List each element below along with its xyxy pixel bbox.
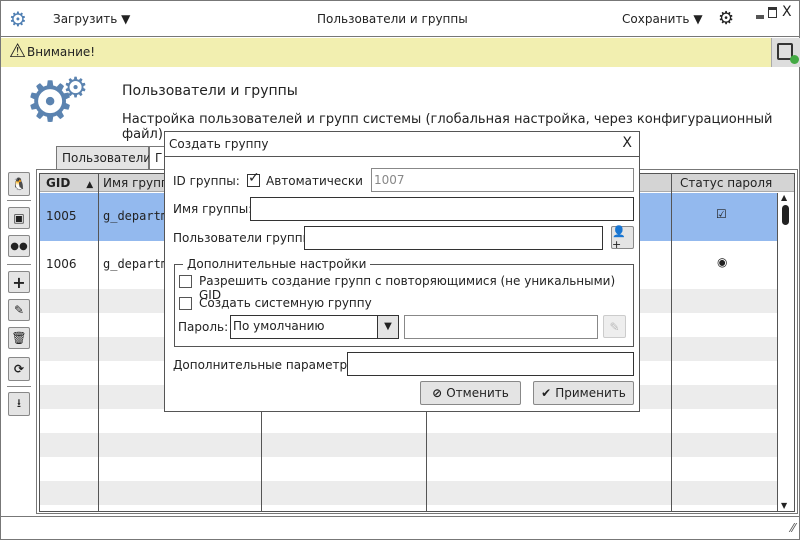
download-icon: ⭳ — [16, 395, 22, 410]
warning-text: Внимание! — [27, 45, 96, 59]
add-user-button[interactable]: 👤+ — [611, 224, 634, 251]
app-gears-icon: ⚙ — [9, 7, 27, 31]
extra-params-input[interactable] — [347, 352, 634, 376]
refresh-icon: ⟳ — [13, 362, 25, 376]
password-select-value: По умолчанию — [233, 319, 325, 333]
users-label: Пользователи группы: — [173, 231, 317, 245]
warning-icon: ⚠ — [9, 40, 27, 62]
auto-id-checkbox[interactable]: ✓ — [247, 170, 260, 187]
create-group-dialog: Создать группу X ID группы: ✓ Автоматиче… — [164, 131, 640, 412]
dialog-close-icon[interactable]: X — [622, 135, 632, 151]
scroll-thumb[interactable] — [782, 205, 789, 225]
user-card-button[interactable]: ▣ — [8, 207, 30, 229]
save-label: Сохранить — [622, 12, 690, 26]
penguin-icon: 🐧 — [11, 177, 27, 191]
toolbar-divider — [7, 264, 31, 265]
scroll-down-icon[interactable]: ▼ — [781, 501, 787, 510]
group-name-input[interactable] — [250, 197, 634, 221]
tab-users-label: Пользователи — [62, 151, 152, 165]
apply-label: Применить — [555, 386, 626, 400]
cell-gid: 1005 — [46, 209, 77, 223]
linux-user-button[interactable]: 🐧 — [8, 172, 30, 196]
empty-row — [40, 481, 777, 505]
group-icon: ●● — [10, 240, 28, 252]
group-users-input[interactable] — [304, 226, 603, 250]
header-small-gear-icon: ⚙ — [63, 71, 89, 104]
title-bar: ⚙ Загрузить ▼ Пользователи и группы Сохр… — [1, 1, 800, 37]
empty-row — [40, 433, 777, 457]
checkmark-icon: ✓ — [248, 170, 260, 186]
page-title: Пользователи и группы — [122, 83, 298, 99]
cell-gid: 1006 — [46, 257, 77, 271]
password-input[interactable] — [404, 315, 598, 339]
id-label: ID группы: — [173, 174, 240, 188]
allow-duplicate-gid-checkbox[interactable] — [179, 275, 192, 288]
save-status-button[interactable] — [771, 38, 800, 67]
params-label: Дополнительные параметры: — [173, 358, 361, 372]
add-button[interactable]: + — [8, 271, 30, 293]
plus-icon: + — [12, 272, 26, 292]
refresh-button[interactable]: ⟳ — [8, 357, 30, 381]
tab-groups-label: Г — [155, 151, 163, 165]
trash-icon: 🗑 — [11, 331, 27, 345]
close-icon[interactable]: X — [782, 4, 792, 20]
dropdown-arrow-icon: ▼ — [693, 12, 703, 26]
column-header-password-status[interactable]: Статус пароля — [680, 176, 772, 190]
gid-header-label: GID — [46, 176, 71, 190]
download-button[interactable]: ⭳ — [8, 392, 30, 416]
add-user-icon: 👤+ — [612, 224, 626, 251]
sort-asc-icon: ▲ — [86, 180, 94, 190]
dialog-title: Создать группу — [169, 137, 269, 151]
password-label: Пароль: — [178, 320, 229, 334]
cell-name: g_departm — [103, 209, 169, 223]
edit-icon: ✎ — [13, 303, 25, 317]
system-group-checkbox[interactable] — [179, 297, 192, 310]
toolbar-divider — [7, 200, 31, 201]
contact-card-icon: ▣ — [13, 211, 25, 225]
cancel-label: Отменить — [446, 386, 509, 400]
vertical-scrollbar[interactable]: ▲ ▼ — [777, 193, 794, 511]
groups-button[interactable]: ●● — [8, 235, 30, 257]
save-menu[interactable]: Сохранить ▼ — [622, 12, 703, 26]
system-group-label: Создать системную группу — [199, 296, 372, 310]
scroll-up-icon[interactable]: ▲ — [781, 193, 787, 202]
name-label: Имя группы: — [173, 202, 253, 216]
pencil-icon: ✎ — [609, 319, 620, 334]
toolbar-divider — [7, 386, 31, 387]
ok-dot-icon — [790, 55, 799, 64]
resize-grip-icon[interactable]: ⁄⁄ — [791, 521, 795, 535]
tab-users[interactable]: Пользователи — [56, 146, 152, 170]
group-id-value: 1007 — [374, 173, 405, 187]
edit-button[interactable]: ✎ — [8, 299, 30, 321]
minimize-icon[interactable] — [756, 15, 764, 19]
extra-settings-legend: Дополнительные настройки — [183, 257, 371, 271]
cell-name: g_departm — [103, 257, 169, 271]
settings-gear-icon[interactable]: ⚙ — [718, 8, 734, 29]
radio-dot-icon: ◉ — [717, 255, 728, 269]
checked-box-icon: ☑ — [716, 207, 727, 221]
load-label: Загрузить — [53, 12, 118, 26]
delete-button[interactable]: 🗑 — [8, 327, 30, 349]
status-bar: ⁄⁄ — [1, 516, 800, 541]
dropdown-arrow-icon: ▼ — [121, 12, 131, 26]
check-icon: ✔ — [541, 386, 552, 400]
chevron-down-icon: ▼ — [377, 316, 398, 338]
cancel-icon: ⊘ — [432, 386, 443, 400]
column-divider — [98, 174, 99, 511]
password-select[interactable]: По умолчанию ▼ — [230, 315, 399, 339]
auto-id-label: Автоматически — [266, 174, 363, 188]
column-header-gid[interactable]: GID ▲ — [46, 176, 93, 190]
window-title: Пользователи и группы — [317, 12, 468, 26]
load-menu[interactable]: Загрузить ▼ — [53, 12, 130, 26]
apply-button[interactable]: ✔ Применить — [533, 381, 634, 405]
group-id-input[interactable]: 1007 — [371, 168, 634, 192]
warning-bar: ⚠ Внимание! — [1, 38, 800, 67]
dialog-title-bar: Создать группу X — [165, 132, 639, 157]
edit-password-button[interactable]: ✎ — [603, 315, 626, 338]
maximize-icon[interactable] — [768, 7, 777, 18]
cancel-button[interactable]: ⊘ Отменить — [420, 381, 521, 405]
column-divider — [671, 174, 672, 511]
